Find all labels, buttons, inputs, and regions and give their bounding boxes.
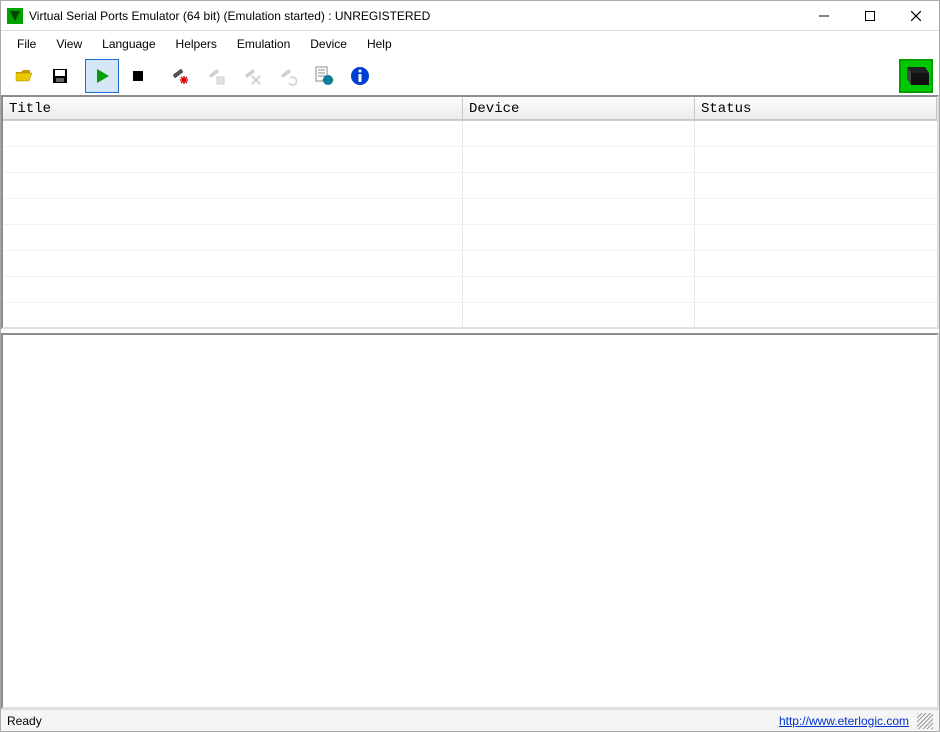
grid-header: Title Device Status — [3, 97, 937, 121]
app-icon — [7, 8, 23, 24]
menu-language[interactable]: Language — [92, 34, 165, 54]
menu-emulation[interactable]: Emulation — [227, 34, 300, 54]
column-header-title[interactable]: Title — [3, 97, 463, 120]
open-button[interactable] — [7, 59, 41, 93]
table-row — [3, 121, 937, 147]
table-row — [3, 225, 937, 251]
titlebar: Virtual Serial Ports Emulator (64 bit) (… — [1, 1, 939, 31]
reinit-device-button[interactable] — [271, 59, 305, 93]
status-link[interactable]: http://www.eterlogic.com — [779, 714, 909, 728]
status-text: Ready — [7, 714, 779, 728]
menu-device[interactable]: Device — [300, 34, 357, 54]
window-title: Virtual Serial Ports Emulator (64 bit) (… — [29, 9, 801, 23]
table-row — [3, 199, 937, 225]
edit-device-button[interactable] — [199, 59, 233, 93]
grid-body[interactable] — [3, 121, 937, 327]
device-grid: Title Device Status — [1, 95, 939, 329]
menubar: File View Language Helpers Emulation Dev… — [1, 31, 939, 57]
table-row — [3, 147, 937, 173]
table-row — [3, 173, 937, 199]
start-emulation-button[interactable] — [85, 59, 119, 93]
save-button[interactable] — [43, 59, 77, 93]
eterlogic-icon[interactable] — [899, 59, 933, 93]
resize-grip[interactable] — [917, 713, 933, 729]
statusbar: Ready http://www.eterlogic.com — [1, 709, 939, 731]
toolbar — [1, 57, 939, 95]
minimize-button[interactable] — [801, 1, 847, 31]
log-panel[interactable] — [1, 333, 939, 709]
menu-view[interactable]: View — [46, 34, 92, 54]
menu-helpers[interactable]: Helpers — [166, 34, 227, 54]
close-button[interactable] — [893, 1, 939, 31]
info-button[interactable] — [343, 59, 377, 93]
web-script-button[interactable] — [307, 59, 341, 93]
create-device-button[interactable] — [163, 59, 197, 93]
table-row — [3, 303, 937, 327]
delete-device-button[interactable] — [235, 59, 269, 93]
table-row — [3, 277, 937, 303]
column-header-status[interactable]: Status — [695, 97, 937, 120]
column-header-device[interactable]: Device — [463, 97, 695, 120]
table-row — [3, 251, 937, 277]
menu-file[interactable]: File — [7, 34, 46, 54]
maximize-button[interactable] — [847, 1, 893, 31]
stop-emulation-button[interactable] — [121, 59, 155, 93]
menu-help[interactable]: Help — [357, 34, 402, 54]
